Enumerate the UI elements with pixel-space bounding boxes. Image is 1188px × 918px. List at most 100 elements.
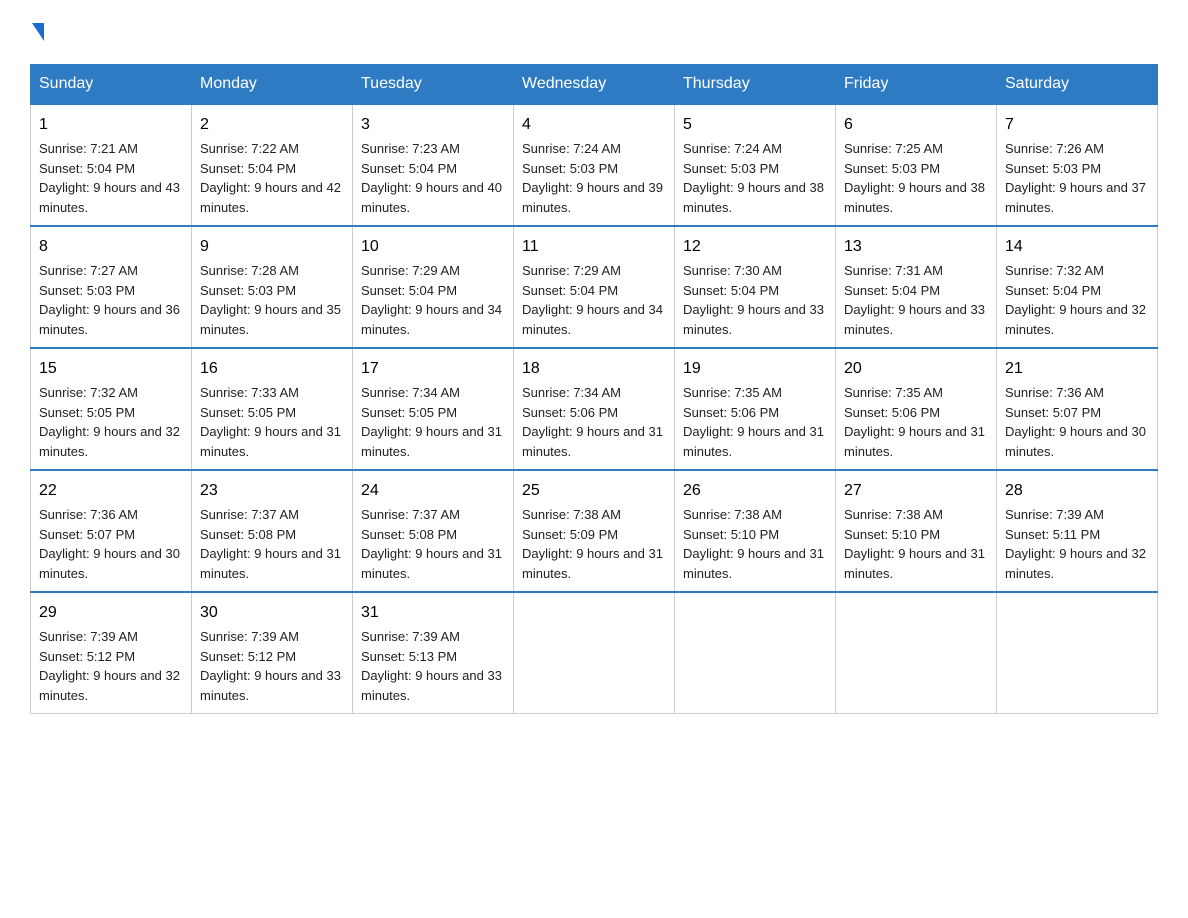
calendar-cell: 23 Sunrise: 7:37 AMSunset: 5:08 PMDayligh… (192, 470, 353, 592)
day-number: 21 (1005, 357, 1149, 381)
sunrise-info: Sunrise: 7:36 AMSunset: 5:07 PMDaylight:… (1005, 385, 1146, 459)
day-number: 20 (844, 357, 988, 381)
day-number: 29 (39, 601, 183, 625)
calendar-cell: 6 Sunrise: 7:25 AMSunset: 5:03 PMDaylight… (836, 104, 997, 226)
sunrise-info: Sunrise: 7:34 AMSunset: 5:06 PMDaylight:… (522, 385, 663, 459)
day-number: 25 (522, 479, 666, 503)
calendar-cell: 4 Sunrise: 7:24 AMSunset: 5:03 PMDaylight… (514, 104, 675, 226)
sunrise-info: Sunrise: 7:39 AMSunset: 5:12 PMDaylight:… (39, 629, 180, 703)
day-number: 14 (1005, 235, 1149, 259)
day-number: 28 (1005, 479, 1149, 503)
day-number: 17 (361, 357, 505, 381)
day-number: 22 (39, 479, 183, 503)
sunrise-info: Sunrise: 7:27 AMSunset: 5:03 PMDaylight:… (39, 263, 180, 337)
calendar-cell: 10 Sunrise: 7:29 AMSunset: 5:04 PMDayligh… (353, 226, 514, 348)
sunrise-info: Sunrise: 7:25 AMSunset: 5:03 PMDaylight:… (844, 141, 985, 215)
calendar-cell: 5Sunrise: 7:24 AMSunset: 5:03 PMDaylight… (675, 104, 836, 226)
calendar-week-2: 8Sunrise: 7:27 AMSunset: 5:03 PMDaylight… (31, 226, 1158, 348)
header-monday: Monday (192, 65, 353, 105)
sunrise-info: Sunrise: 7:34 AMSunset: 5:05 PMDaylight:… (361, 385, 502, 459)
sunrise-info: Sunrise: 7:29 AMSunset: 5:04 PMDaylight:… (361, 263, 502, 337)
day-number: 11 (522, 235, 666, 259)
calendar-cell: 14 Sunrise: 7:32 AMSunset: 5:04 PMDayligh… (997, 226, 1158, 348)
day-number: 12 (683, 235, 827, 259)
calendar-cell: 3Sunrise: 7:23 AMSunset: 5:04 PMDaylight… (353, 104, 514, 226)
sunrise-info: Sunrise: 7:38 AMSunset: 5:09 PMDaylight:… (522, 507, 663, 581)
day-number: 15 (39, 357, 183, 381)
sunrise-info: Sunrise: 7:29 AMSunset: 5:04 PMDaylight:… (522, 263, 663, 337)
calendar-cell: 7 Sunrise: 7:26 AMSunset: 5:03 PMDaylight… (997, 104, 1158, 226)
calendar-cell: 27Sunrise: 7:38 AMSunset: 5:10 PMDayligh… (836, 470, 997, 592)
day-number: 16 (200, 357, 344, 381)
calendar-cell: 2Sunrise: 7:22 AMSunset: 5:04 PMDaylight… (192, 104, 353, 226)
day-number: 1 (39, 113, 183, 137)
calendar-header-row: SundayMondayTuesdayWednesdayThursdayFrid… (31, 65, 1158, 105)
sunrise-info: Sunrise: 7:28 AMSunset: 5:03 PMDaylight:… (200, 263, 341, 337)
header-sunday: Sunday (31, 65, 192, 105)
header-wednesday: Wednesday (514, 65, 675, 105)
calendar-table: SundayMondayTuesdayWednesdayThursdayFrid… (30, 64, 1158, 714)
sunrise-info: Sunrise: 7:26 AMSunset: 5:03 PMDaylight:… (1005, 141, 1146, 215)
calendar-week-4: 22 Sunrise: 7:36 AMSunset: 5:07 PMDayligh… (31, 470, 1158, 592)
calendar-cell (997, 592, 1158, 714)
sunrise-info: Sunrise: 7:32 AMSunset: 5:05 PMDaylight:… (39, 385, 180, 459)
sunrise-info: Sunrise: 7:38 AMSunset: 5:10 PMDaylight:… (844, 507, 985, 581)
calendar-cell: 28 Sunrise: 7:39 AMSunset: 5:11 PMDayligh… (997, 470, 1158, 592)
day-number: 4 (522, 113, 666, 137)
calendar-cell: 31 Sunrise: 7:39 AMSunset: 5:13 PMDayligh… (353, 592, 514, 714)
page-header (30, 20, 1158, 44)
day-number: 7 (1005, 113, 1149, 137)
calendar-cell: 22 Sunrise: 7:36 AMSunset: 5:07 PMDayligh… (31, 470, 192, 592)
day-number: 6 (844, 113, 988, 137)
calendar-cell: 30Sunrise: 7:39 AMSunset: 5:12 PMDayligh… (192, 592, 353, 714)
sunrise-info: Sunrise: 7:39 AMSunset: 5:12 PMDaylight:… (200, 629, 341, 703)
day-number: 10 (361, 235, 505, 259)
day-number: 9 (200, 235, 344, 259)
sunrise-info: Sunrise: 7:39 AMSunset: 5:11 PMDaylight:… (1005, 507, 1146, 581)
calendar-cell (675, 592, 836, 714)
calendar-week-3: 15 Sunrise: 7:32 AMSunset: 5:05 PMDayligh… (31, 348, 1158, 470)
day-number: 18 (522, 357, 666, 381)
calendar-cell (836, 592, 997, 714)
calendar-cell: 19Sunrise: 7:35 AMSunset: 5:06 PMDayligh… (675, 348, 836, 470)
sunrise-info: Sunrise: 7:30 AMSunset: 5:04 PMDaylight:… (683, 263, 824, 337)
calendar-cell (514, 592, 675, 714)
sunrise-info: Sunrise: 7:39 AMSunset: 5:13 PMDaylight:… (361, 629, 502, 703)
calendar-cell: 9 Sunrise: 7:28 AMSunset: 5:03 PMDaylight… (192, 226, 353, 348)
calendar-cell: 13 Sunrise: 7:31 AMSunset: 5:04 PMDayligh… (836, 226, 997, 348)
logo-text (30, 20, 44, 44)
calendar-week-5: 29 Sunrise: 7:39 AMSunset: 5:12 PMDayligh… (31, 592, 1158, 714)
sunrise-info: Sunrise: 7:21 AMSunset: 5:04 PMDaylight:… (39, 141, 180, 215)
day-number: 26 (683, 479, 827, 503)
sunrise-info: Sunrise: 7:38 AMSunset: 5:10 PMDaylight:… (683, 507, 824, 581)
calendar-cell: 1 Sunrise: 7:21 AMSunset: 5:04 PMDaylight… (31, 104, 192, 226)
sunrise-info: Sunrise: 7:24 AMSunset: 5:03 PMDaylight:… (522, 141, 663, 215)
day-number: 24 (361, 479, 505, 503)
sunrise-info: Sunrise: 7:23 AMSunset: 5:04 PMDaylight:… (361, 141, 502, 215)
day-number: 5 (683, 113, 827, 137)
calendar-week-1: 1 Sunrise: 7:21 AMSunset: 5:04 PMDaylight… (31, 104, 1158, 226)
calendar-cell: 21 Sunrise: 7:36 AMSunset: 5:07 PMDayligh… (997, 348, 1158, 470)
logo-arrow-icon (32, 23, 44, 41)
calendar-cell: 8Sunrise: 7:27 AMSunset: 5:03 PMDaylight… (31, 226, 192, 348)
calendar-cell: 11 Sunrise: 7:29 AMSunset: 5:04 PMDayligh… (514, 226, 675, 348)
sunrise-info: Sunrise: 7:31 AMSunset: 5:04 PMDaylight:… (844, 263, 985, 337)
sunrise-info: Sunrise: 7:36 AMSunset: 5:07 PMDaylight:… (39, 507, 180, 581)
day-number: 23 (200, 479, 344, 503)
header-friday: Friday (836, 65, 997, 105)
calendar-cell: 29 Sunrise: 7:39 AMSunset: 5:12 PMDayligh… (31, 592, 192, 714)
calendar-cell: 26 Sunrise: 7:38 AMSunset: 5:10 PMDayligh… (675, 470, 836, 592)
day-number: 13 (844, 235, 988, 259)
sunrise-info: Sunrise: 7:37 AMSunset: 5:08 PMDaylight:… (361, 507, 502, 581)
header-thursday: Thursday (675, 65, 836, 105)
header-tuesday: Tuesday (353, 65, 514, 105)
calendar-cell: 20Sunrise: 7:35 AMSunset: 5:06 PMDayligh… (836, 348, 997, 470)
day-number: 31 (361, 601, 505, 625)
sunrise-info: Sunrise: 7:37 AMSunset: 5:08 PMDaylight:… (200, 507, 341, 581)
calendar-cell: 15 Sunrise: 7:32 AMSunset: 5:05 PMDayligh… (31, 348, 192, 470)
sunrise-info: Sunrise: 7:35 AMSunset: 5:06 PMDaylight:… (683, 385, 824, 459)
day-number: 2 (200, 113, 344, 137)
calendar-cell: 16Sunrise: 7:33 AMSunset: 5:05 PMDayligh… (192, 348, 353, 470)
calendar-cell: 12 Sunrise: 7:30 AMSunset: 5:04 PMDayligh… (675, 226, 836, 348)
sunrise-info: Sunrise: 7:32 AMSunset: 5:04 PMDaylight:… (1005, 263, 1146, 337)
